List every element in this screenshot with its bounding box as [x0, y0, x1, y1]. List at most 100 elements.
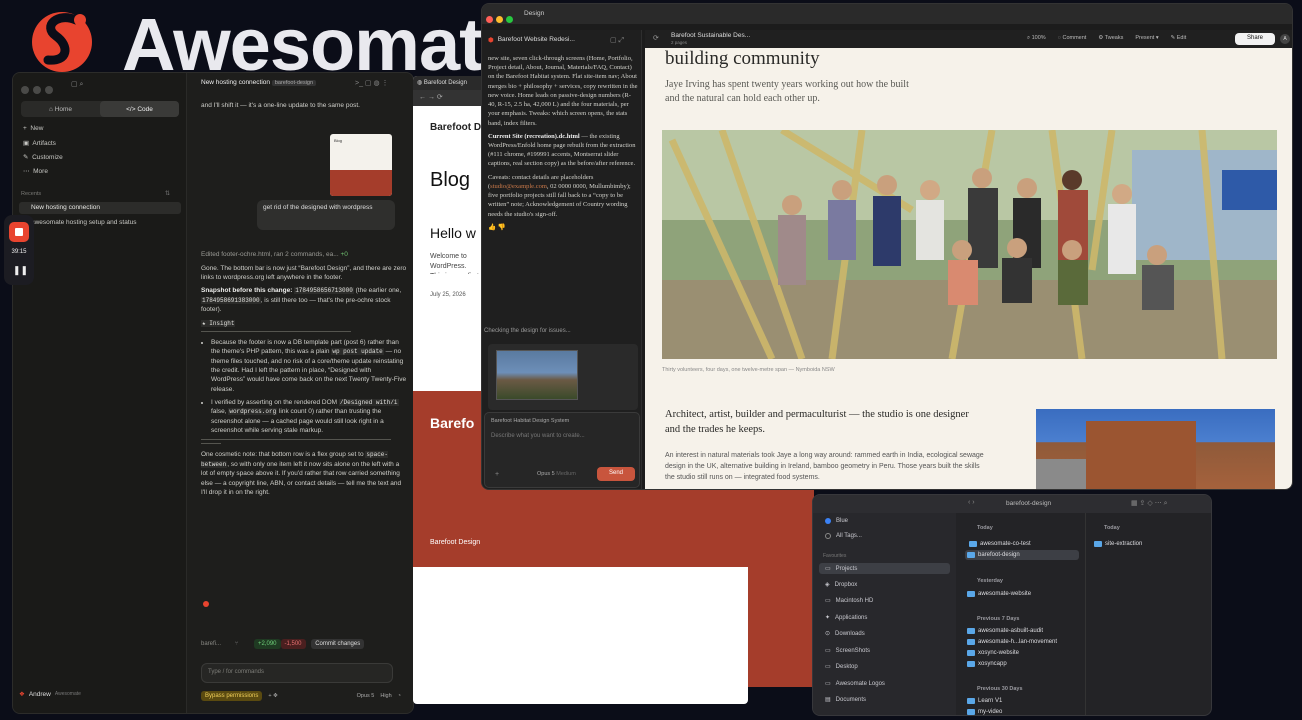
refresh-icon[interactable]: ⟳: [653, 34, 659, 42]
bypass-permissions-toggle[interactable]: Bypass permissions: [201, 691, 263, 701]
background-page-fragment: [748, 490, 814, 687]
file-subtitle: 2 pages: [671, 40, 688, 45]
post-excerpt: Welcome to WordPress. This is your first…: [430, 253, 479, 274]
canvas-intro: Jaye Irving has spent twenty years worki…: [665, 79, 909, 104]
attachment-thumbnail[interactable]: Blog: [330, 134, 392, 196]
browser-tab[interactable]: ◍ Barefoot Design: [417, 79, 467, 86]
nav-arrows-icon[interactable]: ← → ⟳: [419, 93, 443, 101]
folder-row[interactable]: awesomate-website: [967, 589, 1031, 599]
project-header[interactable]: ⬢ Barefoot Website Redesi...: [488, 36, 575, 44]
fav-documents[interactable]: ▤ Documents: [825, 696, 866, 704]
comment-button[interactable]: ◌ Comment: [1058, 35, 1087, 42]
prompt-box: Barefoot Habitat Design System Describe …: [484, 412, 640, 488]
tab-home[interactable]: ⌂ Home: [21, 101, 100, 117]
file-title[interactable]: Barefoot Sustainable Des...: [671, 32, 750, 39]
folder-row[interactable]: awesomate-co-test: [967, 539, 1079, 549]
avatar[interactable]: A: [1280, 34, 1290, 44]
folder-row[interactable]: site-extraction: [1094, 539, 1142, 549]
filter-icon[interactable]: ⇅: [165, 190, 170, 197]
folder-row-selected[interactable]: barefoot-design: [965, 550, 1079, 560]
design-toolbar: ⟳ Barefoot Sustainable Des... 2 pages ⌕ …: [645, 30, 1292, 48]
prompt-input[interactable]: Describe what you want to create...: [491, 433, 585, 439]
fav-desktop[interactable]: ▭ Desktop: [825, 663, 858, 671]
attach-icon[interactable]: + ✥: [268, 693, 277, 699]
design-model-selector[interactable]: Opus 5 Medium: [537, 471, 576, 477]
status-dot-icon: [203, 601, 209, 607]
tab-code[interactable]: </> Code: [100, 101, 179, 117]
nav-new[interactable]: + New: [23, 125, 43, 132]
fav-dropbox[interactable]: ◈ Dropbox: [825, 581, 857, 589]
recent-item-hosting-setup[interactable]: awesomate hosting setup and status: [31, 219, 137, 226]
traffic-lights[interactable]: [486, 10, 513, 28]
design-titlebar: Design: [482, 4, 1292, 24]
folder-row[interactable]: my-video: [967, 707, 1002, 715]
site-title[interactable]: Barefoot De: [430, 122, 487, 133]
assistant-intro: and I'll shift it — it's a one-line upda…: [201, 102, 360, 109]
fav-macintosh-hd[interactable]: ▭ Macintosh HD: [825, 597, 873, 605]
feedback-icons[interactable]: 👍 👎: [488, 223, 638, 232]
folder-row[interactable]: xosyncapp: [967, 659, 1007, 669]
preview-card[interactable]: [488, 344, 638, 410]
pause-icon[interactable]: ❚❚: [13, 265, 28, 276]
share-button[interactable]: Share: [1235, 33, 1275, 45]
post-title[interactable]: Hello w: [430, 225, 476, 241]
send-icon[interactable]: ◔: [398, 693, 401, 699]
add-icon[interactable]: +: [495, 471, 499, 478]
fav-downloads[interactable]: ⊙ Downloads: [825, 630, 865, 638]
folder-icon: [967, 628, 975, 634]
folder-row[interactable]: awesomate-asbuilt-audit: [967, 626, 1043, 636]
documents-icon: ▤: [825, 697, 831, 703]
claude-conversation: New hosting connection barefoot-design >…: [187, 73, 413, 713]
post-date: July 25, 2026: [430, 292, 466, 298]
header-icons[interactable]: >_ ▢ ◍ ⋮: [355, 79, 389, 87]
tweaks-button[interactable]: ⚙ Tweaks: [1098, 35, 1123, 42]
section-body: An interest in natural materials took Ja…: [665, 452, 984, 481]
sidebar-toggle-icon[interactable]: ▢ ⌕: [71, 80, 83, 89]
recents-label: Recents: [21, 191, 42, 197]
window-controls[interactable]: [21, 81, 57, 99]
panel-icons[interactable]: ▢ ⤢: [610, 36, 624, 45]
folder-icon: [969, 541, 977, 547]
finder-path: barefoot-design: [1006, 500, 1052, 507]
effort-selector[interactable]: High: [380, 693, 391, 699]
present-button[interactable]: Present ▾: [1135, 35, 1158, 42]
tag-blue[interactable]: Blue: [825, 518, 848, 524]
design-system-selector[interactable]: Barefoot Habitat Design System: [491, 418, 569, 424]
model-selector[interactable]: Opus 5: [357, 693, 375, 699]
tag-all[interactable]: All Tags...: [825, 533, 862, 539]
design-chat-panel: ⬢ Barefoot Website Redesi... ▢ ⤢ new site…: [482, 30, 642, 489]
user-avatar-icon: ❖: [19, 691, 25, 698]
footer-brand: Barefo: [430, 415, 475, 431]
chat-input[interactable]: Type / for commands: [201, 663, 393, 683]
folder-row[interactable]: Learn V1: [967, 696, 1002, 706]
community-photo: [662, 130, 1277, 359]
section-heading: Architect, artist, builder and permacult…: [665, 409, 969, 435]
fav-awesomate-logos[interactable]: ▭ Awesomate Logos: [825, 680, 885, 688]
fav-projects[interactable]: ▭ Projects: [819, 563, 950, 574]
folder-icon: [1094, 541, 1102, 547]
mode-switch[interactable]: ⌂ Home </> Code: [21, 101, 179, 117]
nav-customize[interactable]: ✎ Customize: [23, 153, 63, 161]
stop-recording-button[interactable]: [9, 222, 29, 242]
checking-status: Checking the design for issues...: [484, 328, 571, 334]
fav-screenshots[interactable]: ▭ ScreenShots: [825, 647, 870, 655]
folder-row[interactable]: awesomate-h...lan-movement: [967, 637, 1057, 647]
zoom-control[interactable]: ⌕ 100%: [1027, 35, 1046, 42]
nav-more[interactable]: ⋯ More: [23, 167, 48, 175]
nav-artifacts[interactable]: ▣ Artifacts: [23, 139, 56, 147]
fav-applications[interactable]: ✦ Applications: [825, 614, 867, 622]
user-profile[interactable]: ❖ Andrew Awesomate: [19, 690, 81, 699]
edit-button[interactable]: ✎ Edit: [1171, 35, 1187, 42]
footer-small-text: Barefoot Design: [430, 539, 481, 546]
window-title: Design: [524, 10, 545, 17]
commit-changes-button[interactable]: Commit changes: [311, 639, 365, 649]
folder-row[interactable]: xosync-website: [967, 648, 1019, 658]
folder-icon: ▭: [825, 681, 831, 687]
finder-nav-arrows-icon[interactable]: ‹ ›: [968, 499, 975, 506]
blog-heading: Blog: [430, 169, 471, 191]
tool-action-line[interactable]: Edited footer-ochre.html, ran 2 commands…: [201, 250, 407, 259]
send-button[interactable]: Send: [597, 467, 635, 481]
assistant-summary: new site, seven click-through screens (H…: [488, 55, 638, 232]
finder-view-icons[interactable]: ▦ ⇪ ◇ ⋯ ⌕: [1131, 499, 1168, 508]
recent-item-hosting-connection[interactable]: New hosting connection: [31, 204, 100, 211]
